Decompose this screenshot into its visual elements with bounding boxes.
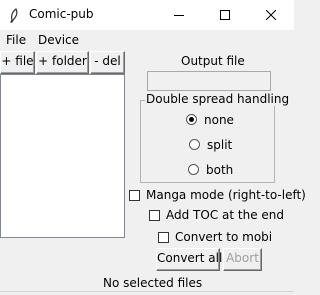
manga-mode-checkbox[interactable]	[129, 190, 140, 201]
menu-bar: File Device	[0, 30, 294, 50]
maximize-button[interactable]	[202, 0, 248, 30]
window-title: Comic-pub	[29, 7, 94, 21]
output-file-label: Output file	[181, 54, 245, 68]
status-text: No selected files	[103, 276, 203, 290]
convert-mobi-checkbox[interactable]	[158, 232, 169, 243]
close-icon	[266, 10, 276, 20]
abort-button[interactable]: Abort	[223, 248, 262, 271]
spread-both-label[interactable]: both	[206, 163, 233, 177]
add-folder-button[interactable]: + folder	[36, 51, 89, 74]
title-bar[interactable]: Comic-pub	[0, 0, 294, 30]
menu-device[interactable]: Device	[38, 33, 79, 47]
minimize-button[interactable]	[156, 0, 202, 30]
manga-mode-label[interactable]: Manga mode (right-to-left)	[146, 188, 306, 202]
add-toc-checkbox[interactable]	[149, 210, 160, 221]
convert-mobi-label[interactable]: Convert to mobi	[175, 230, 272, 244]
spread-none-label[interactable]: none	[204, 113, 234, 127]
close-button[interactable]	[248, 0, 294, 30]
spread-both-radio[interactable]	[188, 164, 199, 175]
maximize-icon	[220, 10, 230, 20]
spread-none-radio[interactable]	[186, 114, 197, 125]
add-toc-label[interactable]: Add TOC at the end	[166, 208, 284, 222]
feather-icon	[6, 7, 22, 23]
file-listbox[interactable]	[0, 74, 125, 238]
status-separator	[0, 291, 294, 292]
spread-split-radio[interactable]	[189, 139, 200, 150]
convert-all-button[interactable]: Convert all	[156, 248, 222, 271]
menu-file[interactable]: File	[6, 33, 26, 47]
add-file-button[interactable]: + file	[0, 51, 35, 74]
spread-split-label[interactable]: split	[207, 138, 232, 152]
delete-button[interactable]: - del	[90, 51, 125, 74]
spread-group-title: Double spread handling	[145, 92, 291, 106]
minimize-icon	[174, 15, 184, 16]
output-file-entry[interactable]	[147, 71, 271, 91]
